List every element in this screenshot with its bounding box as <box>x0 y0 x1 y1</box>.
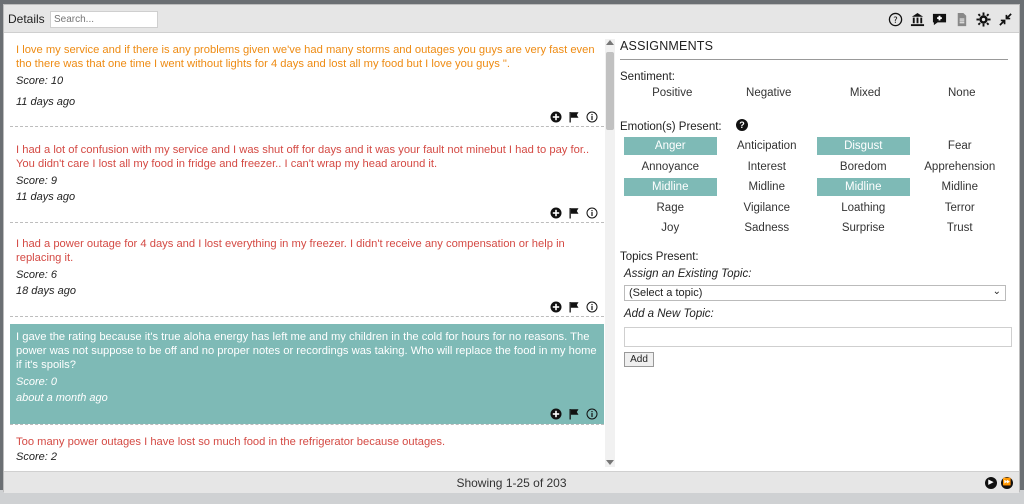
comment-text: Too many power outages I have lost so mu… <box>16 436 446 448</box>
emotion-disgust[interactable]: Disgust <box>817 137 910 155</box>
add-circle-icon[interactable] <box>550 207 562 219</box>
add-circle-icon[interactable] <box>550 111 562 123</box>
emotion-interest[interactable]: Interest <box>721 158 814 176</box>
header-toolbar: ? <box>887 9 1013 29</box>
comment-text: I love my service and if there is any pr… <box>16 44 595 70</box>
topics-label: Topics Present: <box>620 251 699 263</box>
comment-actions <box>550 207 598 219</box>
comment-text: I had a lot of confusion with my service… <box>16 144 590 170</box>
emotion-midline-4[interactable]: Midline <box>914 178 1007 196</box>
chevron-down-icon: ⌄ <box>992 286 1001 297</box>
help-circle-icon[interactable]: ? <box>887 11 903 27</box>
list-item[interactable]: I had a power outage for 4 days and I lo… <box>10 223 604 317</box>
emotion-joy[interactable]: Joy <box>624 219 717 237</box>
add-circle-icon[interactable] <box>550 301 562 313</box>
modal-title: Details <box>8 12 45 26</box>
emotion-apprehension[interactable]: Apprehension <box>914 158 1007 176</box>
assignments-divider <box>620 59 1008 60</box>
comment-list[interactable]: I love my service and if there is any pr… <box>10 39 604 467</box>
comment-text: I had a power outage for 4 days and I lo… <box>16 238 565 264</box>
list-item[interactable]: Too many power outages I have lost so mu… <box>10 424 604 467</box>
last-page-icon[interactable]: ⏩ <box>1001 477 1013 489</box>
emotions-grid: Anger Anticipation Disgust Fear Annoyanc… <box>624 137 1010 237</box>
emotion-boredom[interactable]: Boredom <box>817 158 910 176</box>
flag-icon[interactable] <box>568 207 580 219</box>
new-topic-input[interactable] <box>624 327 1012 347</box>
emotion-anger[interactable]: Anger <box>624 137 717 155</box>
emotion-rage[interactable]: Rage <box>624 199 717 217</box>
flag-icon[interactable] <box>568 111 580 123</box>
document-icon[interactable] <box>953 11 969 27</box>
svg-text:?: ? <box>893 14 897 24</box>
info-icon[interactable] <box>586 301 598 313</box>
comment-score: Score: 9 <box>16 175 57 187</box>
comment-actions <box>550 408 598 420</box>
list-item[interactable]: I love my service and if there is any pr… <box>10 39 604 127</box>
chat-add-icon[interactable] <box>931 11 947 27</box>
emotion-vigilance[interactable]: Vigilance <box>721 199 814 217</box>
comment-list-scrollbar[interactable] <box>605 39 615 467</box>
emotion-surprise[interactable]: Surprise <box>817 219 910 237</box>
info-icon[interactable] <box>586 408 598 420</box>
next-page-icon[interactable]: ▶ <box>985 477 997 489</box>
gear-icon[interactable] <box>975 11 991 27</box>
sentiment-positive[interactable]: Positive <box>624 87 721 99</box>
topic-select-value: (Select a topic) <box>629 287 703 299</box>
emotion-anticipation[interactable]: Anticipation <box>721 137 814 155</box>
comment-score: Score: 0 <box>16 376 57 388</box>
assignments-title: ASSIGNMENTS <box>620 39 714 53</box>
comment-actions <box>550 301 598 313</box>
emotion-loathing[interactable]: Loathing <box>817 199 910 217</box>
sentiment-none[interactable]: None <box>914 87 1011 99</box>
flag-icon[interactable] <box>568 408 580 420</box>
emotion-midline-2[interactable]: Midline <box>721 178 814 196</box>
comment-score: Score: 2 <box>16 451 57 463</box>
search-input[interactable] <box>50 11 158 28</box>
emotion-midline-3[interactable]: Midline <box>817 178 910 196</box>
comment-age: 18 days ago <box>16 285 76 297</box>
add-circle-icon[interactable] <box>550 408 562 420</box>
comment-age: 11 days ago <box>16 191 76 203</box>
scrollbar-thumb[interactable] <box>606 52 614 130</box>
sentiment-mixed[interactable]: Mixed <box>817 87 914 99</box>
existing-topic-label: Assign an Existing Topic: <box>624 268 752 280</box>
comment-score: Score: 10 <box>16 75 64 87</box>
emotion-terror[interactable]: Terror <box>914 199 1007 217</box>
modal-header: Details ? <box>4 5 1019 33</box>
sentiment-label: Sentiment: <box>620 71 675 83</box>
list-item[interactable]: I had a lot of confusion with my service… <box>10 127 604 223</box>
info-icon[interactable] <box>586 207 598 219</box>
new-topic-label: Add a New Topic: <box>624 308 714 320</box>
comment-age: about a month ago <box>16 392 108 404</box>
modal-footer: Showing 1-25 of 203 ▶ ⏩ <box>4 471 1019 493</box>
comment-actions <box>550 111 598 123</box>
list-item-selected[interactable]: I gave the rating because it's true aloh… <box>10 324 604 424</box>
pagination-status: Showing 1-25 of 203 <box>456 476 567 490</box>
emotion-fear[interactable]: Fear <box>914 137 1007 155</box>
emotions-help-icon[interactable]: ? <box>736 119 748 131</box>
scroll-down-arrow-icon[interactable] <box>606 460 614 465</box>
sentiment-options: Positive Negative Mixed None <box>624 87 1010 99</box>
topic-select[interactable]: (Select a topic) ⌄ <box>624 285 1006 301</box>
sentiment-negative[interactable]: Negative <box>721 87 818 99</box>
comment-age: 11 days ago <box>16 96 76 108</box>
flag-icon[interactable] <box>568 301 580 313</box>
comment-score: Score: 6 <box>16 269 57 281</box>
emotion-sadness[interactable]: Sadness <box>721 219 814 237</box>
add-topic-button[interactable]: Add <box>624 352 654 367</box>
collapse-icon[interactable] <box>997 11 1013 27</box>
scroll-up-arrow-icon[interactable] <box>606 40 614 45</box>
details-modal: Details ? I love my service an <box>3 4 1020 493</box>
emotion-midline-1[interactable]: Midline <box>624 178 717 196</box>
emotion-annoyance[interactable]: Annoyance <box>624 158 717 176</box>
building-icon[interactable] <box>909 11 925 27</box>
comment-text: I gave the rating because it's true aloh… <box>16 331 597 371</box>
emotions-label: Emotion(s) Present: <box>620 121 722 133</box>
info-icon[interactable] <box>586 111 598 123</box>
assignments-panel: ASSIGNMENTS Sentiment: Positive Negative… <box>620 39 1012 469</box>
emotion-trust[interactable]: Trust <box>914 219 1007 237</box>
